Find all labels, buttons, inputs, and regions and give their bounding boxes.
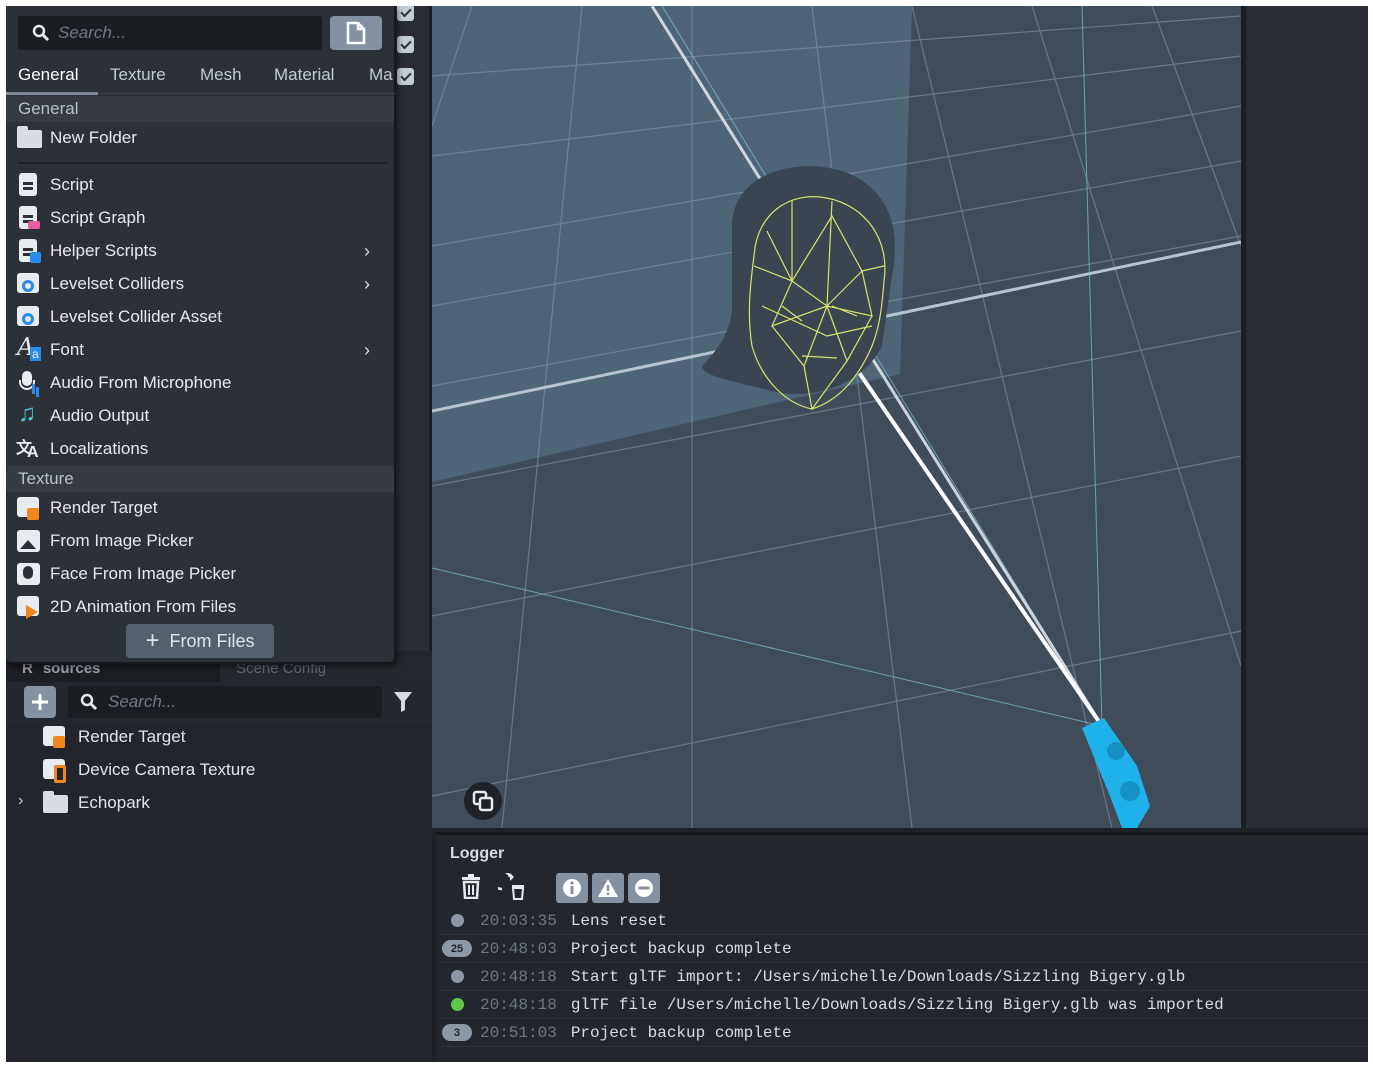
info-icon	[563, 879, 581, 897]
viewport-scene	[432, 6, 1241, 828]
expand-arrow-icon[interactable]: ›	[18, 792, 23, 810]
lens-studio-window: Rsources Scene Config Render Target Devi…	[6, 6, 1368, 1062]
menu-item-localizations[interactable]: 文A Localizations	[16, 433, 386, 465]
asset-search-input[interactable]	[58, 23, 308, 43]
menu-item-helper-scripts[interactable]: Helper Scripts ›	[16, 235, 386, 267]
inspector-panel	[1241, 6, 1368, 828]
visibility-checkbox[interactable]	[397, 36, 414, 53]
menu-divider	[18, 162, 388, 164]
menu-item-from-image-picker[interactable]: From Image Picker	[16, 525, 386, 557]
log-entry[interactable]: 20:03:35 Lens reset	[442, 907, 1368, 935]
scene-viewport[interactable]	[432, 6, 1241, 828]
tab-material[interactable]: Material	[274, 65, 334, 85]
section-header-texture: Texture	[6, 466, 394, 492]
levelset-collider-icon	[16, 271, 42, 297]
animation-icon	[16, 594, 42, 620]
render-target-icon	[16, 495, 42, 521]
menu-item-audio-output[interactable]: ♫ Audio Output	[16, 400, 386, 432]
log-entry[interactable]: 25 20:48:03 Project backup complete	[442, 935, 1368, 963]
resource-item-render-target[interactable]: Render Target	[42, 722, 185, 752]
submenu-chevron-icon: ›	[364, 274, 370, 294]
add-asset-popup: General Texture Mesh Material Ma General…	[6, 6, 396, 664]
script-graph-icon	[16, 205, 42, 231]
resources-search-input[interactable]	[108, 692, 368, 712]
menu-item-render-target[interactable]: Render Target	[16, 492, 386, 524]
submenu-chevron-icon: ›	[364, 340, 370, 360]
menu-item-font[interactable]: Aa Font ›	[16, 333, 386, 366]
tab-mesh[interactable]: Mesh	[200, 65, 242, 85]
folder-icon	[16, 125, 42, 151]
search-icon	[80, 693, 98, 711]
helper-scripts-icon	[16, 238, 42, 264]
new-file-button[interactable]	[330, 16, 382, 50]
active-tab-indicator	[6, 92, 98, 95]
menu-item-audio-from-microphone[interactable]: Audio From Microphone	[16, 367, 386, 399]
new-file-icon	[346, 21, 366, 45]
log-entry[interactable]: 20:48:18 Start glTF import: /Users/miche…	[442, 963, 1368, 991]
resource-item-echopark-folder[interactable]: Echopark	[42, 788, 150, 818]
face-image-picker-icon	[16, 561, 42, 587]
script-icon	[16, 172, 42, 198]
plus-icon	[32, 694, 48, 710]
repeat-count-badge: 25	[442, 940, 472, 957]
plus-icon: +	[145, 627, 160, 654]
success-status-dot	[450, 998, 464, 1011]
levelset-collider-asset-icon	[16, 304, 42, 330]
add-resource-button[interactable]	[24, 686, 56, 718]
menu-item-2d-animation-from-files[interactable]: 2D Animation From Files	[16, 591, 386, 623]
device-camera-icon	[42, 757, 70, 783]
translate-icon: 文A	[16, 440, 39, 461]
submenu-chevron-icon: ›	[364, 241, 370, 261]
microphone-icon	[16, 370, 42, 396]
render-target-icon	[42, 724, 70, 750]
error-filter-button[interactable]	[628, 873, 660, 903]
info-filter-button[interactable]	[556, 873, 588, 903]
error-icon	[635, 879, 653, 897]
menu-item-script[interactable]: Script	[16, 169, 386, 201]
search-icon	[32, 24, 50, 42]
tab-general[interactable]: General	[18, 65, 78, 85]
menu-item-script-graph[interactable]: Script Graph	[16, 202, 386, 234]
logger-panel: Logger 20:03:35 Lens reset 25 20:48:03 P…	[436, 832, 1368, 1062]
section-header-general: General	[6, 96, 394, 122]
menu-item-levelset-collider-asset[interactable]: Levelset Collider Asset	[16, 301, 386, 333]
resource-item-device-camera-texture[interactable]: Device Camera Texture	[42, 755, 255, 785]
resources-search[interactable]	[68, 686, 382, 718]
menu-item-new-folder[interactable]: New Folder	[16, 122, 386, 154]
log-entry[interactable]: 3 20:51:03 Project backup complete	[442, 1019, 1368, 1047]
font-icon: Aa	[17, 333, 41, 361]
copy-frame-icon	[472, 790, 494, 812]
music-note-icon: ♫	[18, 400, 36, 427]
asset-category-tabs: General Texture Mesh Material Ma	[6, 58, 396, 94]
menu-item-face-from-image-picker[interactable]: Face From Image Picker	[16, 558, 386, 590]
visibility-checkbox[interactable]	[397, 6, 414, 21]
filter-icon[interactable]	[394, 692, 412, 712]
info-status-dot	[450, 914, 464, 927]
trash-icon[interactable]	[460, 873, 482, 899]
viewport-toggle-button[interactable]	[464, 782, 502, 820]
menu-item-levelset-colliders[interactable]: Levelset Colliders ›	[16, 268, 386, 300]
repeat-count-badge: 3	[442, 1024, 472, 1041]
clear-on-reset-icon[interactable]	[498, 873, 526, 901]
image-picker-icon	[16, 528, 42, 554]
logger-title: Logger	[450, 845, 505, 862]
from-files-button[interactable]: + From Files	[126, 624, 274, 658]
folder-icon	[42, 790, 70, 816]
info-status-dot	[450, 970, 464, 983]
log-entry[interactable]: 20:48:18 glTF file /Users/michelle/Downl…	[442, 991, 1368, 1019]
visibility-checkbox[interactable]	[397, 68, 414, 85]
tab-texture[interactable]: Texture	[110, 65, 166, 85]
asset-search[interactable]	[18, 16, 322, 50]
warning-filter-button[interactable]	[592, 873, 624, 903]
warning-icon	[598, 879, 618, 897]
tab-more[interactable]: Ma	[369, 65, 393, 85]
